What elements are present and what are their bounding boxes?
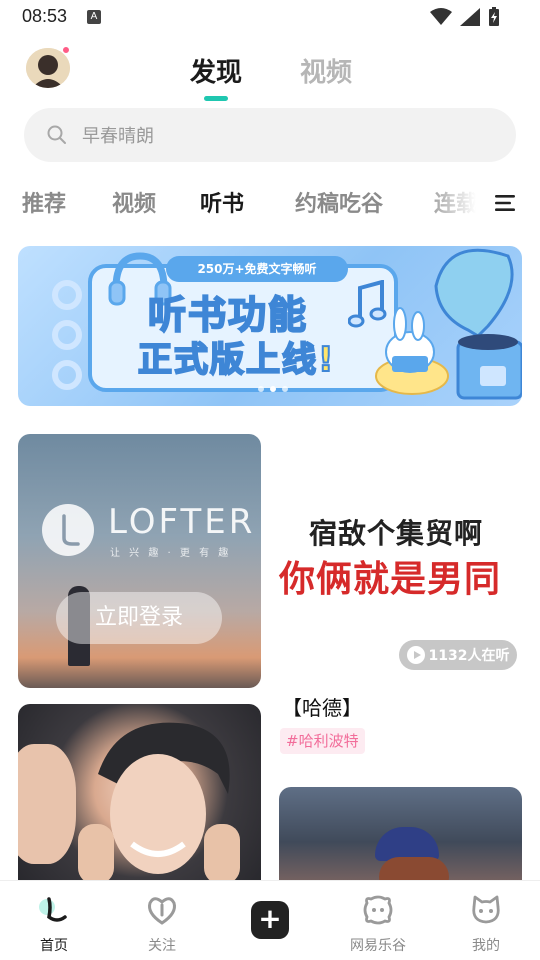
nav-item-home[interactable]: 首页 [0,881,108,960]
plus-button[interactable]: + [251,901,289,939]
home-icon [39,897,67,922]
ring-decoration [52,280,82,310]
category-tab-recommend[interactable]: 推荐 [22,186,66,218]
category-fade [420,180,490,224]
lofter-l-icon [62,514,80,546]
search-input[interactable]: 早春晴朗 [24,108,516,162]
promo-banner[interactable]: 250万+免费文字畅听 听书功能 正式版上线! [18,246,522,406]
plus-icon: + [258,902,282,935]
category-tabs: 推荐 视频 听书 约稿吃谷 连载 [0,180,540,224]
banner-title: 听书功能 [147,292,309,338]
menu-icon[interactable] [495,194,515,212]
lego-face-icon [363,895,393,925]
anime-hat [375,827,439,861]
login-button[interactable]: 立即登录 [56,592,222,644]
notification-app-icon: A [87,10,101,24]
avatar[interactable] [26,48,70,88]
ring-decoration [52,360,82,390]
photo-card[interactable] [18,704,261,894]
nav-label-legu: 网易乐谷 [350,938,406,954]
status-bar: 08:53 A [0,0,540,34]
meme-text-line1: 宿敌个集贸啊 [309,517,484,550]
active-tab-indicator [204,96,228,101]
gramophone-icon [434,248,522,400]
lofter-logo-icon [42,504,94,556]
nav-item-follow[interactable]: 关注 [108,881,216,960]
category-tab-commission[interactable]: 约稿吃谷 [295,186,383,218]
meme-text-line2: 你俩就是男同 [279,559,502,600]
nav-label-home: 首页 [40,938,68,954]
lofter-slogan: 让 兴 趣 · 更 有 趣 [110,548,232,559]
nav-item-me[interactable]: 我的 [432,881,540,960]
profile-face-icon [472,895,500,924]
battery-icon [489,7,499,26]
search-icon [47,125,66,144]
text-image-card[interactable]: 宿敌个集贸啊 你俩就是男同 1132人在听 [279,434,522,680]
tab-video[interactable]: 视频 [300,52,352,89]
nav-label-follow: 关注 [148,938,176,954]
status-time: 08:53 [22,6,68,26]
listener-count: 1132人在听 [428,648,510,664]
wifi-icon [430,8,452,25]
play-icon [406,646,425,664]
bottom-nav: 首页 关注 + 网易乐谷 我的 [0,880,540,960]
nav-item-legu[interactable]: 网易乐谷 [324,881,432,960]
banner-pill: 250万+免费文字畅听 [166,256,348,282]
status-icons [430,7,500,27]
lofter-brand: LOFTER [108,502,256,542]
search-placeholder: 早春晴朗 [82,126,154,147]
card-title[interactable]: 【哈德】 [282,692,362,721]
notification-dot [62,46,70,54]
tab-discover[interactable]: 发现 [190,52,242,89]
pagination-dot-active [270,386,276,392]
signal-icon [460,8,480,26]
banner-pagination [258,386,288,392]
nav-label-me: 我的 [472,938,500,954]
pagination-dot [258,386,264,392]
pagination-dot [282,386,288,392]
photo-subject-main [78,722,240,884]
category-tab-video[interactable]: 视频 [112,186,156,218]
avatar-image-icon [26,48,70,88]
lofter-login-card[interactable]: LOFTER 让 兴 趣 · 更 有 趣 立即登录 [18,434,261,688]
banner-subtitle: 正式版上线! [137,339,336,381]
ring-decoration [52,320,82,350]
card-tag[interactable]: #哈利波特 [280,728,365,754]
listener-count-badge: 1132人在听 [399,640,517,670]
category-tab-audiobook[interactable]: 听书 [200,186,244,218]
heart-icon [148,897,176,925]
